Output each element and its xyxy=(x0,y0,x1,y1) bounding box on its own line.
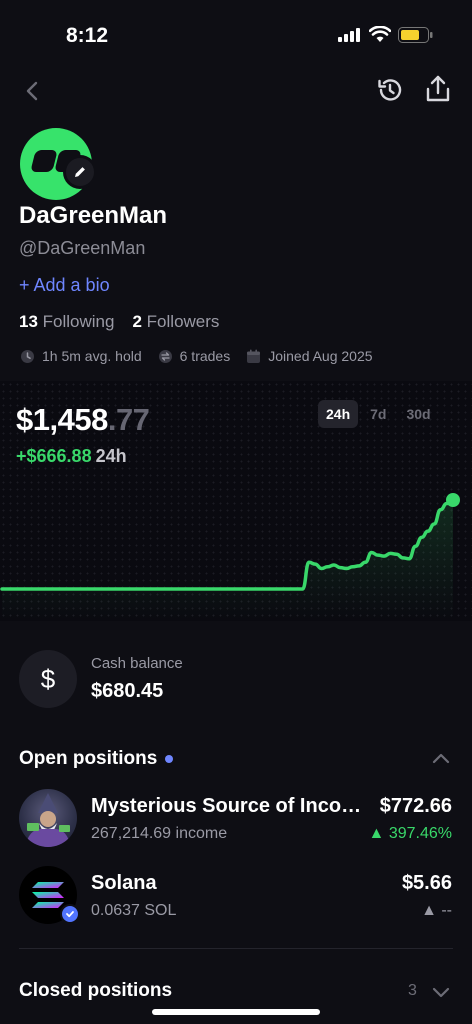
portfolio-change: +$666.88 24h xyxy=(16,446,127,467)
add-bio-link[interactable]: + Add a bio xyxy=(19,275,110,296)
trades-label: 6 trades xyxy=(179,348,231,364)
back-chevron-icon[interactable] xyxy=(22,80,44,102)
avg-hold-label: 1h 5m avg. hold xyxy=(42,348,142,364)
position-name: Solana xyxy=(91,872,157,894)
avatar-eye-left xyxy=(30,150,58,172)
portfolio-value-main: $1,458 xyxy=(16,402,108,437)
cash-balance-value: $680.45 xyxy=(91,680,164,702)
live-indicator-dot xyxy=(165,755,174,763)
closed-positions-count: 3 xyxy=(408,982,417,999)
position-amount: 0.0637 SOL xyxy=(91,902,177,919)
position-name: Mysterious Source of Income xyxy=(91,795,367,817)
expand-chevron-icon[interactable] xyxy=(431,986,451,1000)
collapse-chevron-icon[interactable] xyxy=(431,750,451,766)
range-24h[interactable]: 24h xyxy=(318,400,359,428)
open-positions-title: Open positions xyxy=(19,748,158,769)
portfolio-value: $1,458.77 xyxy=(16,402,150,438)
range-30d[interactable]: 30d xyxy=(398,400,438,428)
followers-label: Followers xyxy=(146,312,220,331)
wizard-icon xyxy=(25,793,71,847)
chart-endpoint-dot xyxy=(446,493,460,507)
cash-balance-label: Cash balance xyxy=(91,655,183,672)
closed-positions-title[interactable]: Closed positions xyxy=(19,980,172,1002)
trades-stat: 6 trades xyxy=(158,348,231,364)
follow-stats: 13 Following 2 Followers xyxy=(19,312,219,332)
followers-count: 2 xyxy=(132,312,142,331)
pencil-icon xyxy=(75,167,85,177)
profile-meta: 1h 5m avg. hold 6 trades Joined Aug 2025 xyxy=(20,348,389,364)
position-token-icon xyxy=(19,789,77,847)
chart-area-fill xyxy=(2,500,453,620)
profile-handle: @DaGreenMan xyxy=(19,238,146,258)
calendar-icon xyxy=(247,349,261,363)
range-selector: 24h 7d 30d xyxy=(318,400,443,428)
following-label: Following xyxy=(42,312,115,331)
swap-icon xyxy=(158,349,172,363)
verified-badge-icon xyxy=(60,904,80,924)
battery-icon xyxy=(398,27,433,43)
history-icon[interactable] xyxy=(376,76,404,104)
status-bar: 8:12 xyxy=(0,0,472,70)
position-row[interactable]: Mysterious Source of Income 267,214.69 i… xyxy=(0,789,472,853)
portfolio-change-period: 24h xyxy=(95,446,127,466)
joined-stat: Joined Aug 2025 xyxy=(246,348,373,364)
position-value: $5.66 xyxy=(401,872,452,894)
wifi-icon xyxy=(369,26,391,42)
cellular-signal-icon xyxy=(338,28,360,42)
clock-icon xyxy=(21,349,34,363)
position-value: $772.66 xyxy=(379,795,452,817)
solana-bars-icon xyxy=(32,882,64,908)
following-link[interactable]: 13 Following xyxy=(19,312,114,331)
following-count: 13 xyxy=(19,312,38,331)
section-divider xyxy=(19,948,453,949)
avg-hold-stat: 1h 5m avg. hold xyxy=(20,348,142,364)
joined-label: Joined Aug 2025 xyxy=(268,348,373,364)
portfolio-change-amount: +$666.88 xyxy=(16,446,92,466)
edit-avatar-button[interactable] xyxy=(63,155,97,189)
portfolio-line-chart[interactable] xyxy=(0,470,472,620)
portfolio-value-cents: .77 xyxy=(107,402,150,437)
range-7d[interactable]: 7d xyxy=(362,400,394,428)
share-icon[interactable] xyxy=(424,74,452,104)
open-positions-header[interactable]: Open positions xyxy=(19,748,174,770)
position-amount: 267,214.69 income xyxy=(91,825,228,842)
followers-link[interactable]: 2 Followers xyxy=(132,312,219,331)
position-change: ▲ -- xyxy=(421,902,452,919)
position-change: ▲ 397.46% xyxy=(368,825,452,842)
status-time: 8:12 xyxy=(66,24,109,47)
cash-balance-icon: $ xyxy=(19,650,77,708)
home-indicator[interactable] xyxy=(152,1009,320,1015)
profile-name: DaGreenMan xyxy=(19,202,168,229)
